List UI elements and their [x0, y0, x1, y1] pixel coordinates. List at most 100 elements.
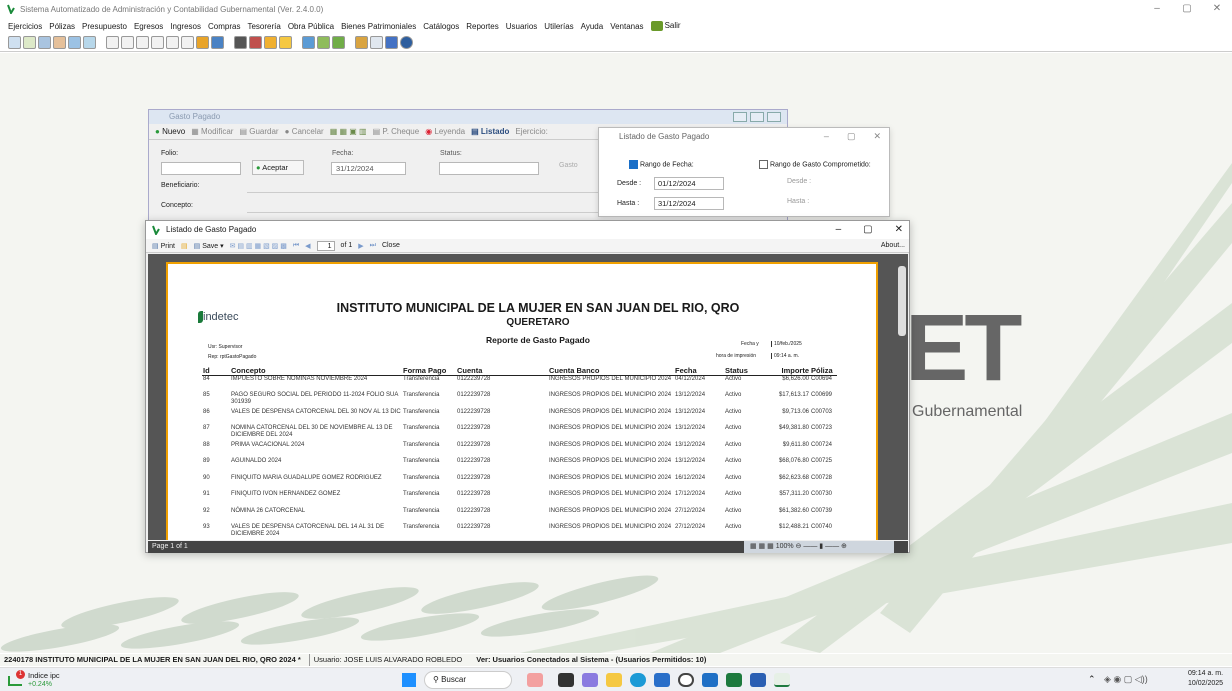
desde-date-field[interactable]: 01/12/2024 — [654, 177, 724, 190]
restore-icon[interactable]: ▢ — [1172, 0, 1202, 18]
doc-icon[interactable] — [136, 36, 149, 49]
doc-icon[interactable] — [181, 36, 194, 49]
prev-page-icon[interactable]: ◀ — [305, 242, 310, 250]
clock-date[interactable]: 10/02/2025 — [1188, 680, 1223, 687]
minimize-icon[interactable]: – — [836, 221, 842, 239]
menu-salir[interactable]: Salir — [650, 21, 681, 31]
help-icon[interactable] — [400, 36, 413, 49]
scrollbar-thumb[interactable] — [898, 266, 906, 336]
minimize-icon[interactable]: – — [824, 131, 829, 142]
report-icon[interactable] — [302, 36, 315, 49]
vertical-scrollbar[interactable] — [896, 254, 908, 540]
menu-ingresos[interactable]: Ingresos — [170, 22, 201, 31]
beneficiario-field[interactable] — [247, 180, 602, 193]
next-page-icon[interactable]: ▶ — [358, 242, 363, 250]
rango-comprometido-checkbox[interactable]: Rango de Gasto Comprometido: — [759, 160, 871, 169]
file-explorer-icon[interactable] — [606, 673, 622, 687]
menu-obra-publica[interactable]: Obra Pública — [288, 22, 334, 31]
excel-icon[interactable] — [726, 673, 742, 687]
search-box[interactable]: ⚲ Buscar — [424, 671, 512, 689]
aceptar-button[interactable]: ● Aceptar — [252, 160, 304, 175]
book-icon[interactable] — [23, 36, 36, 49]
modificar-button[interactable]: ▦ Modificar — [191, 127, 233, 136]
save-button[interactable]: ▤ Save ▾ — [194, 242, 224, 250]
minimize-icon[interactable] — [733, 112, 747, 122]
about-link[interactable]: About... — [881, 242, 905, 249]
refresh-icon[interactable] — [8, 36, 21, 49]
doc-icon[interactable] — [106, 36, 119, 49]
tray-chevron-icon[interactable]: ⌃ — [1088, 674, 1096, 685]
status-select[interactable] — [439, 162, 539, 175]
widgets-icon[interactable] — [527, 673, 543, 687]
sistema-app-icon[interactable] — [774, 673, 790, 687]
network-icon[interactable] — [332, 36, 345, 49]
windows-start-icon[interactable] — [402, 673, 416, 687]
close-report-button[interactable]: Close — [382, 242, 400, 249]
calculator-icon[interactable] — [234, 36, 247, 49]
clock-time[interactable]: 09:14 a. m. — [1188, 670, 1223, 677]
zoom-control[interactable]: ▦ ▦ ▦ 100% ⊖ —— ▮ —— ⊕ — [744, 541, 894, 553]
menu-ejercicios[interactable]: Ejercicios — [8, 22, 42, 31]
menu-presupuesto[interactable]: Presupuesto — [82, 22, 127, 31]
stock-widget[interactable]: 1 Indice ipc +0.24% — [8, 670, 88, 690]
hasta-date-field[interactable]: 31/12/2024 — [654, 197, 724, 210]
globe-icon[interactable] — [211, 36, 224, 49]
edge-icon[interactable] — [630, 673, 646, 687]
folder-icon[interactable]: ▤ — [181, 242, 188, 250]
nuevo-button[interactable]: ● Nuevo — [155, 127, 185, 136]
menu-ayuda[interactable]: Ayuda — [581, 22, 604, 31]
misc-icons[interactable]: ▦ ▦ ▣ ▥ — [330, 127, 367, 136]
window-icon[interactable] — [385, 36, 398, 49]
menu-utilerias[interactable]: Utilerías — [544, 22, 573, 31]
terminal-icon[interactable] — [558, 673, 574, 687]
cancelar-button[interactable]: ● Cancelar — [285, 127, 324, 136]
menu-egresos[interactable]: Egresos — [134, 22, 163, 31]
close-icon[interactable]: ✕ — [895, 221, 903, 239]
word-icon[interactable] — [750, 673, 766, 687]
pie-icon[interactable] — [264, 36, 277, 49]
folio-field[interactable] — [161, 162, 241, 175]
chart-icon[interactable] — [249, 36, 262, 49]
p-cheque-button[interactable]: ▤ P. Cheque — [373, 127, 420, 136]
concepto-field[interactable] — [247, 200, 602, 213]
menu-tesoreria[interactable]: Tesorería — [247, 22, 280, 31]
menu-polizas[interactable]: Pólizas — [49, 22, 75, 31]
doc-icon[interactable] — [121, 36, 134, 49]
outlook-icon[interactable] — [702, 673, 718, 687]
menu-reportes[interactable]: Reportes — [466, 22, 498, 31]
close-icon[interactable]: ✕ — [873, 131, 881, 142]
edit-icon[interactable] — [317, 36, 330, 49]
listado-button[interactable]: ▤ Listado — [471, 127, 509, 136]
tray-icons[interactable]: ◈ ◉ ▢ ◁)) — [1104, 674, 1148, 685]
folder-icon[interactable] — [279, 36, 292, 49]
fecha-field[interactable]: 31/12/2024 — [331, 162, 406, 175]
guardar-button[interactable]: ▤ Guardar — [239, 127, 278, 136]
doc-icon[interactable] — [166, 36, 179, 49]
leyenda-button[interactable]: ◉ Leyenda — [425, 127, 465, 136]
page-input[interactable]: 1 — [316, 240, 335, 251]
menu-bienes[interactable]: Bienes Patrimoniales — [341, 22, 416, 31]
close-icon[interactable]: ✕ — [1202, 0, 1232, 18]
print-button[interactable]: ▤ Print — [152, 242, 175, 250]
chart-icon[interactable] — [196, 36, 209, 49]
maximize-icon[interactable]: ▢ — [863, 221, 872, 239]
menu-ventanas[interactable]: Ventanas — [610, 22, 643, 31]
maximize-icon[interactable] — [750, 112, 764, 122]
tree-icon[interactable] — [355, 36, 368, 49]
calendar-icon[interactable] — [370, 36, 383, 49]
tools-icon[interactable] — [53, 36, 66, 49]
copilot-icon[interactable] — [582, 673, 598, 687]
maximize-icon[interactable]: ▢ — [847, 131, 856, 142]
menu-usuarios[interactable]: Usuarios — [506, 22, 538, 31]
grid-icon[interactable] — [83, 36, 96, 49]
last-page-icon[interactable]: ⏭ — [370, 242, 376, 250]
calendar-icon[interactable] — [68, 36, 81, 49]
restore-icon[interactable] — [767, 112, 781, 122]
minimize-icon[interactable]: – — [1142, 0, 1172, 18]
menu-catalogos[interactable]: Catálogos — [423, 22, 459, 31]
rango-fecha-checkbox[interactable]: Rango de Fecha: — [629, 160, 694, 169]
notes-icon[interactable] — [38, 36, 51, 49]
first-page-icon[interactable]: ⏮ — [293, 242, 299, 250]
dell-icon[interactable] — [678, 673, 694, 687]
status-connected[interactable]: Ver: Usuarios Conectados al Sistema - (U… — [476, 654, 706, 666]
